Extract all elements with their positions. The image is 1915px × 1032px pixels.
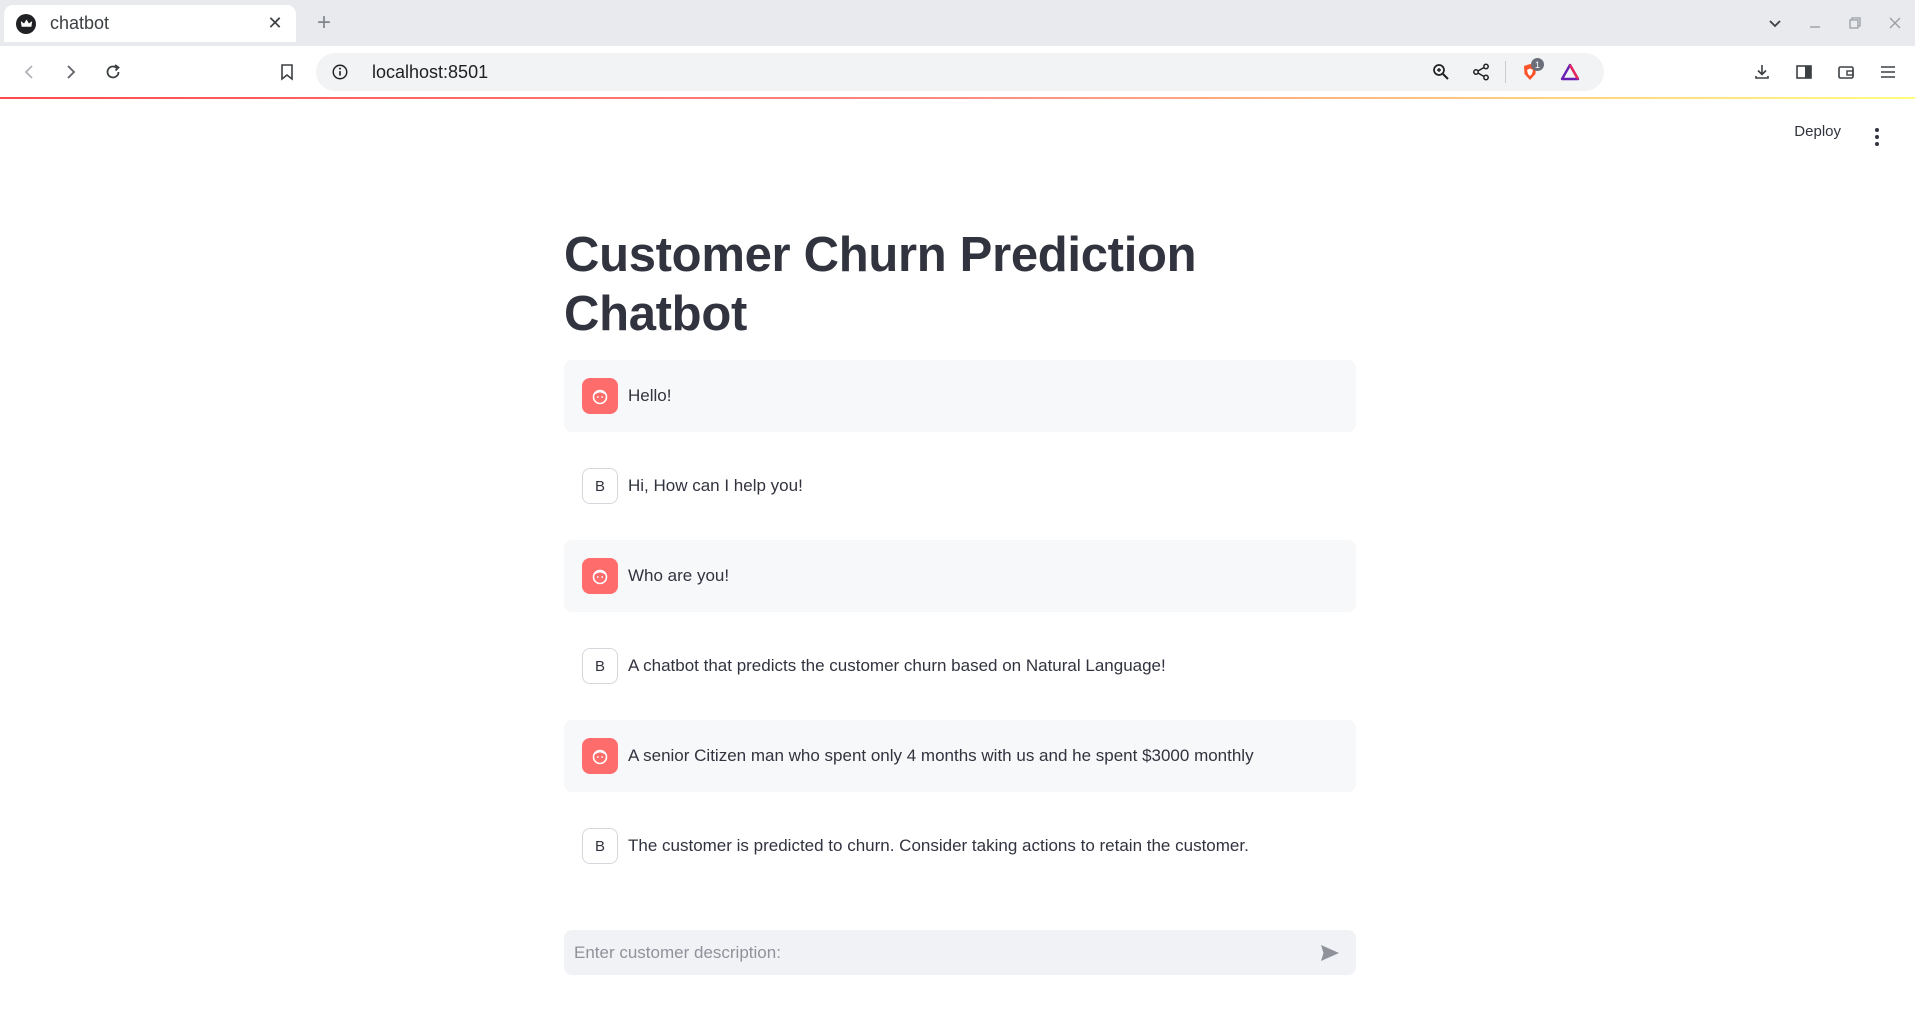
chat-message-user: Hello! bbox=[564, 360, 1356, 432]
bot-avatar: B bbox=[582, 648, 618, 684]
brave-rewards-triangle-icon[interactable] bbox=[1550, 56, 1590, 88]
message-text: A senior Citizen man who spent only 4 mo… bbox=[628, 746, 1254, 765]
shield-count-badge: 1 bbox=[1531, 58, 1544, 71]
message-text: Who are you! bbox=[628, 566, 730, 585]
message-text: Hello! bbox=[628, 386, 672, 405]
tab-search-chevron-icon[interactable] bbox=[1755, 3, 1795, 43]
reload-icon[interactable] bbox=[97, 56, 129, 88]
site-info-icon[interactable] bbox=[330, 62, 350, 82]
user-avatar-icon bbox=[582, 738, 618, 774]
deploy-button[interactable]: Deploy bbox=[1794, 123, 1841, 140]
bot-avatar: B bbox=[582, 468, 618, 504]
main-content: Customer Churn Prediction Chatbot Hello!… bbox=[564, 226, 1356, 900]
restore-icon[interactable] bbox=[1835, 3, 1875, 43]
downloads-icon[interactable] bbox=[1741, 56, 1783, 88]
user-avatar-icon bbox=[582, 378, 618, 414]
omnibox-divider bbox=[1505, 61, 1506, 83]
message-text: The customer is predicted to churn. Cons… bbox=[628, 836, 1249, 855]
back-icon[interactable] bbox=[14, 56, 46, 88]
tab-close-icon[interactable]: ✕ bbox=[264, 13, 286, 35]
wallet-icon[interactable] bbox=[1825, 56, 1867, 88]
browser-tab-chatbot[interactable]: chatbot ✕ bbox=[4, 5, 296, 42]
url-text[interactable]: localhost:8501 bbox=[372, 62, 1421, 83]
chat-message-assistant: B Hi, How can I help you! bbox=[564, 450, 1356, 522]
tab-title: chatbot bbox=[50, 13, 110, 33]
bookmark-icon[interactable] bbox=[271, 56, 303, 88]
chat-messages: Hello! B Hi, How can I help you! Who are… bbox=[564, 360, 1356, 882]
user-avatar-icon bbox=[582, 558, 618, 594]
chat-message-assistant: B The customer is predicted to churn. Co… bbox=[564, 810, 1356, 882]
chat-input[interactable] bbox=[574, 942, 1316, 963]
chat-input-container bbox=[564, 930, 1356, 975]
message-text: A chatbot that predicts the customer chu… bbox=[628, 656, 1166, 675]
browser-tabstrip: chatbot ✕ + bbox=[0, 0, 1915, 46]
share-icon[interactable] bbox=[1461, 56, 1501, 88]
page-title: Customer Churn Prediction Chatbot bbox=[564, 228, 1197, 341]
address-bar[interactable]: localhost:8501 1 bbox=[316, 53, 1604, 91]
zoom-icon[interactable] bbox=[1421, 56, 1461, 88]
sidebar-toggle-icon[interactable] bbox=[1783, 56, 1825, 88]
chat-message-assistant: B A chatbot that predicts the customer c… bbox=[564, 630, 1356, 702]
chat-message-user: Who are you! bbox=[564, 540, 1356, 612]
window-controls bbox=[1755, 0, 1915, 46]
close-window-icon[interactable] bbox=[1875, 3, 1915, 43]
browser-menu-icon[interactable] bbox=[1867, 56, 1909, 88]
minimize-icon[interactable] bbox=[1795, 3, 1835, 43]
app-header: Deploy bbox=[0, 99, 1915, 157]
bot-avatar: B bbox=[582, 828, 618, 864]
browser-toolbar: localhost:8501 1 bbox=[0, 46, 1915, 98]
forward-icon[interactable] bbox=[54, 56, 86, 88]
send-icon[interactable] bbox=[1316, 939, 1344, 967]
message-text: Hi, How can I help you! bbox=[628, 476, 803, 495]
brave-shield-icon[interactable]: 1 bbox=[1510, 56, 1550, 88]
chat-message-user: A senior Citizen man who spent only 4 mo… bbox=[564, 720, 1356, 792]
main-menu-kebab-icon[interactable] bbox=[1865, 125, 1889, 149]
new-tab-icon[interactable]: + bbox=[310, 9, 338, 37]
streamlit-crown-icon bbox=[16, 13, 36, 34]
